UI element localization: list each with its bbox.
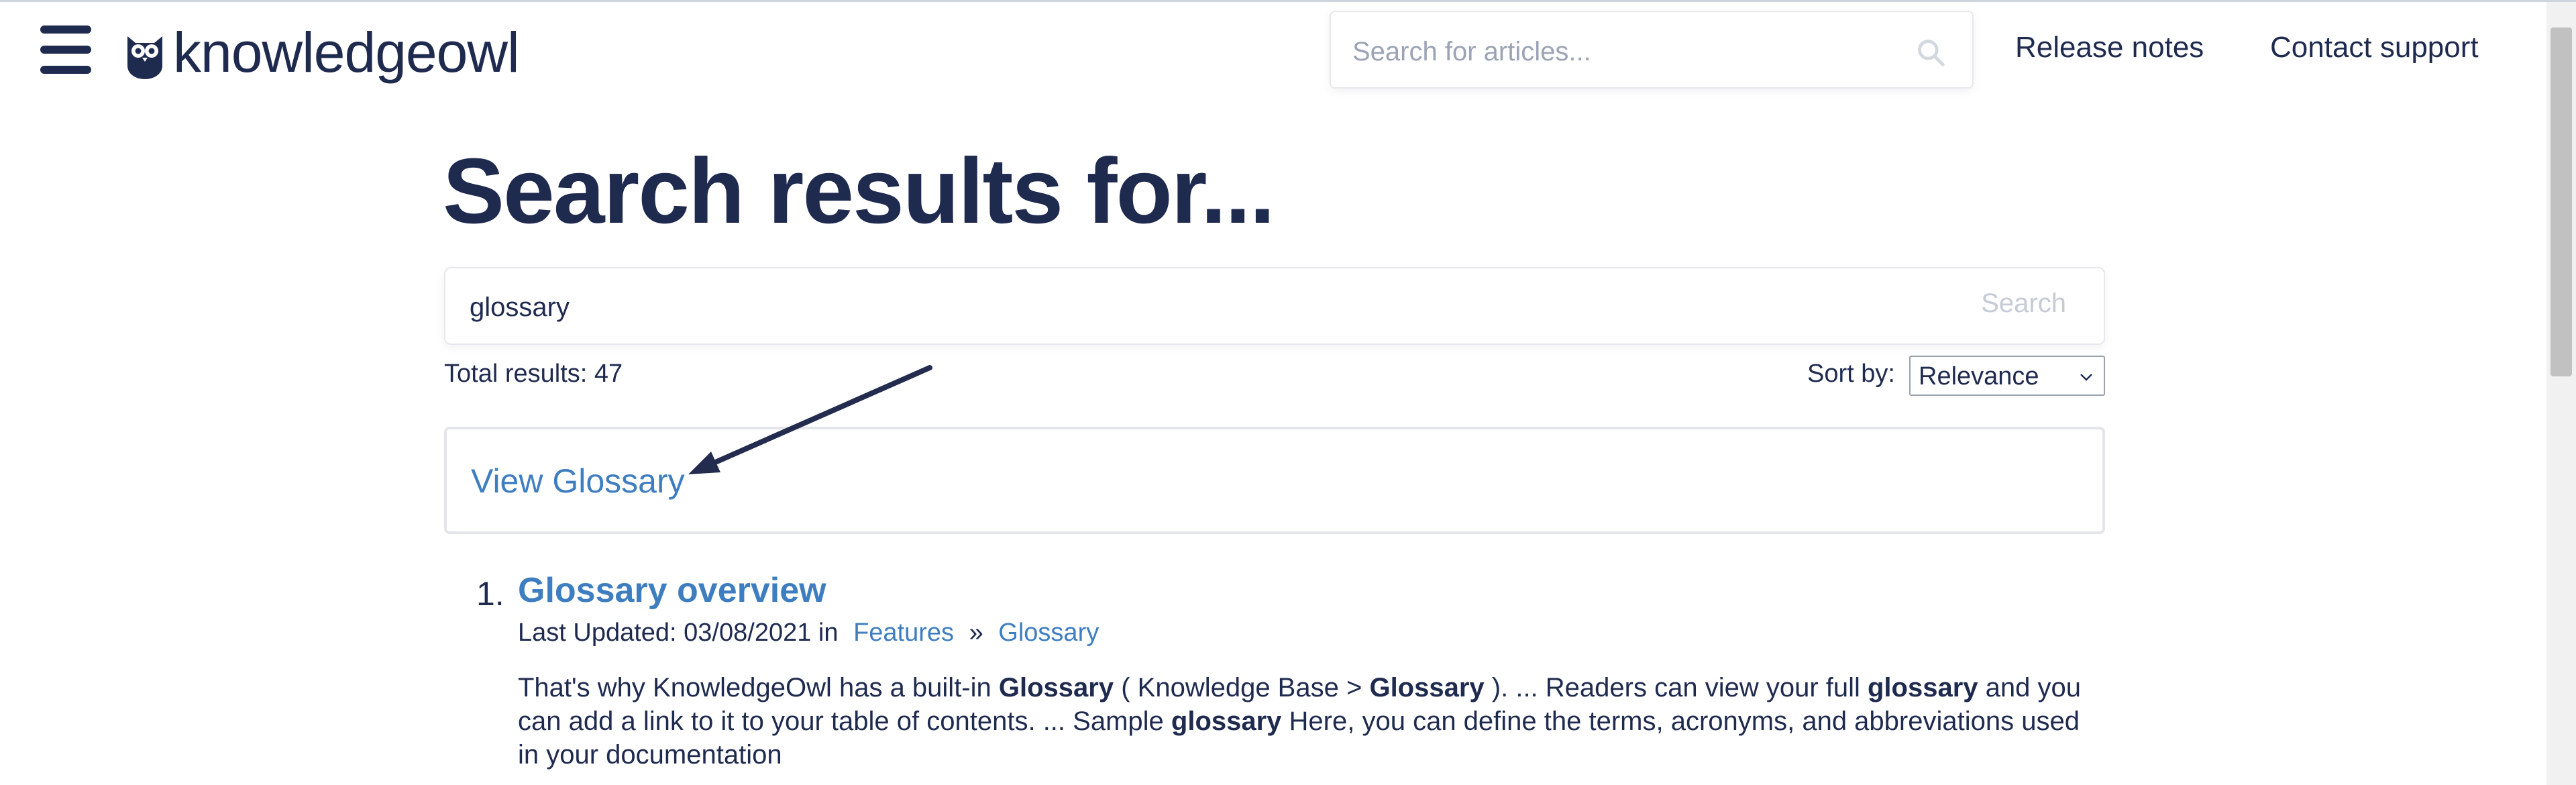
glossary-callout: View Glossary [444, 427, 2105, 534]
results-search-input[interactable] [468, 286, 1880, 329]
result-snippet: That's why KnowledgeOwl has a built-in G… [518, 671, 2094, 772]
top-border [0, 0, 2576, 2]
last-updated-text: Last Updated: 03/08/2021 in [518, 619, 839, 647]
snippet-text: ( Knowledge Base > [1114, 673, 1370, 702]
view-glossary-link[interactable]: View Glossary [471, 462, 685, 501]
result-title-link[interactable]: Glossary overview [518, 570, 826, 611]
nav-release-notes[interactable]: Release notes [2015, 31, 2204, 64]
highlight-term: Glossary [998, 673, 1114, 702]
logo-text: knowledgeowl [173, 21, 520, 84]
page-scrollbar[interactable] [2546, 2, 2576, 785]
total-results: Total results: 47 [444, 360, 623, 388]
sort-label: Sort by: [1807, 360, 1895, 388]
scrollbar-thumb[interactable] [2551, 28, 2572, 376]
category-link-glossary[interactable]: Glossary [998, 619, 1099, 647]
highlight-term: glossary [1171, 706, 1282, 736]
logo[interactable]: knowledgeowl [122, 21, 520, 84]
page-title: Search results for... [443, 140, 1275, 243]
nav-contact-support[interactable]: Contact support [2270, 31, 2479, 64]
search-button[interactable]: Search [1981, 289, 2066, 319]
highlight-term: Glossary [1369, 673, 1485, 702]
annotation-arrow [688, 365, 932, 474]
header-search-box[interactable] [1330, 11, 1974, 89]
result-number: 1. [476, 575, 504, 613]
owl-logo-icon [127, 36, 162, 79]
highlight-term: glossary [1868, 673, 1978, 702]
result-meta: Last Updated: 03/08/2021 in Features » G… [518, 619, 1099, 647]
results-search-box[interactable]: Search [444, 267, 2105, 345]
search-icon[interactable] [1916, 38, 1945, 67]
hamburger-menu-icon[interactable] [40, 25, 91, 74]
snippet-text: That's why KnowledgeOwl has a built-in [518, 673, 999, 702]
sort-selected-value: Relevance [1919, 362, 2039, 390]
breadcrumb-separator: » [969, 619, 983, 647]
chevron-down-icon [2080, 374, 2092, 381]
category-link-features[interactable]: Features [853, 619, 954, 647]
sort-select[interactable]: Relevance [1909, 356, 2105, 396]
snippet-text: ). ... Readers can view your full [1484, 673, 1868, 702]
header-search-input[interactable] [1351, 31, 1877, 72]
